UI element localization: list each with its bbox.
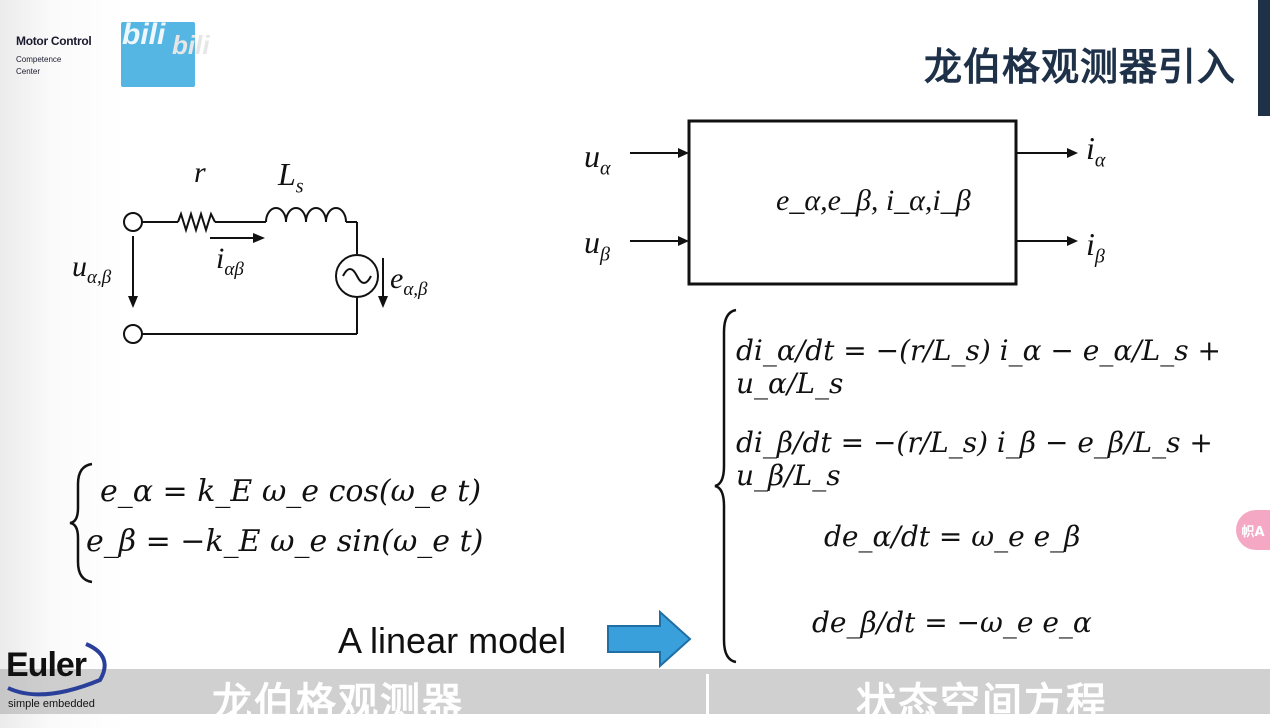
right-arrow-icon	[607, 609, 692, 669]
inductor-label: Ls	[278, 156, 304, 198]
logo-title: Motor Control	[16, 34, 92, 48]
inductor-symbol	[265, 207, 347, 223]
subtitle-right: 状态空间方程	[856, 680, 1108, 726]
output-i-alpha: iα	[1086, 130, 1106, 172]
terminal-top	[123, 212, 143, 232]
emf-beta-equation: e_β = −k_E ω_e sin(ω_e t)	[86, 524, 484, 559]
output-i-beta: iβ	[1086, 226, 1105, 268]
subtitle-divider	[706, 674, 709, 714]
block-state-variables: e_α,e_β, i_α,i_β	[776, 184, 971, 217]
rl-circuit-diagram	[123, 207, 388, 344]
left-brace	[69, 462, 93, 584]
state-eq-e-alpha: de_α/dt = ω_e e_β	[824, 520, 1081, 553]
voltage-label: uα,β	[72, 250, 112, 288]
subtitle-left: 龙伯格观测器	[212, 680, 464, 726]
current-label: iαβ	[216, 242, 244, 280]
bilibili-mark: bili	[122, 18, 166, 51]
translate-icon[interactable]: 帜A	[1236, 510, 1270, 550]
state-eq-i-beta: di_β/dt = −(r/L_s) i_β − e_β/L_s + u_β/L…	[736, 426, 1213, 492]
resistor-label: r	[194, 156, 206, 189]
linear-model-label: A linear model	[338, 620, 567, 661]
resistor-symbol	[177, 210, 216, 234]
terminal-bottom	[123, 324, 143, 344]
euler-logo: Euler	[6, 646, 87, 684]
logo-subtitle-1: Competence	[16, 55, 62, 64]
euler-tagline: simple embedded	[8, 698, 95, 710]
state-eq-e-beta: de_β/dt = −ω_e e_α	[812, 606, 1092, 639]
state-eq-i-alpha: di_α/dt = −(r/L_s) i_α − e_α/L_s + u_α/L…	[736, 334, 1222, 400]
input-u-alpha: uα	[584, 138, 611, 180]
input-u-beta: uβ	[584, 224, 610, 266]
emf-alpha-equation: e_α = k_E ω_e cos(ω_e t)	[100, 474, 482, 509]
accent-bar	[1258, 0, 1270, 116]
page-title: 龙伯格观测器引入	[923, 45, 1236, 89]
bilibili-watermark: bili	[172, 30, 210, 60]
emf-label: eα,β	[390, 262, 428, 300]
logo-subtitle-2: Center	[16, 67, 41, 76]
